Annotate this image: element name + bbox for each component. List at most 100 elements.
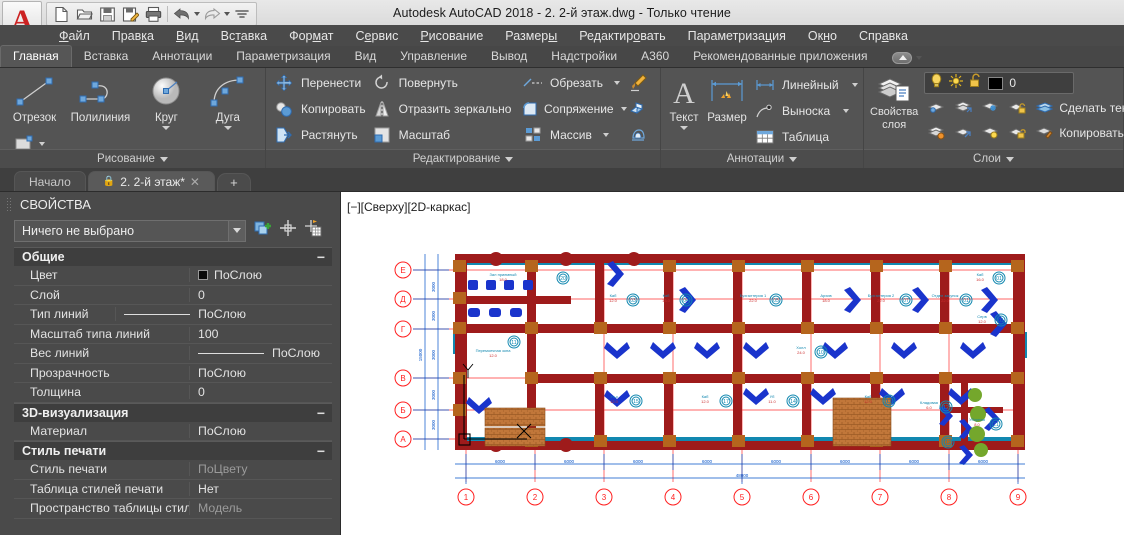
array-tool[interactable]: Массив [521, 123, 622, 147]
fillet-tool[interactable]: Сопряжение [521, 97, 627, 121]
property-value[interactable]: ПоСлою [190, 424, 332, 438]
menu-item-draw[interactable]: Рисование [409, 27, 494, 45]
property-value[interactable]: Нет [190, 482, 332, 496]
layer-properties-tool[interactable]: Свойства слоя [870, 71, 918, 131]
menu-item-file[interactable]: Файл [48, 27, 101, 45]
table-tool[interactable]: Таблица [753, 125, 858, 149]
circle-tool[interactable]: Круг [138, 71, 195, 130]
property-value[interactable]: ПоСлою [190, 346, 332, 360]
ribbon-tab-view[interactable]: Вид [343, 46, 389, 67]
layer-match-icon[interactable] [1032, 122, 1056, 144]
collapse-icon[interactable]: − [317, 406, 325, 420]
scale-tool[interactable]: Масштаб [370, 123, 517, 147]
property-group-general[interactable]: Общие − [14, 247, 332, 266]
trim-dropdown-icon[interactable] [613, 81, 620, 85]
property-row-thickness[interactable]: Толщина 0 [14, 383, 332, 403]
menu-item-view[interactable]: Вид [165, 27, 210, 45]
match-properties-tool[interactable] [626, 71, 650, 95]
file-tab-drawing[interactable]: 🔒 2. 2-й этаж* ✕ [87, 171, 215, 191]
ribbon-tab-addins[interactable]: Надстройки [539, 46, 629, 67]
ribbon-tab-featured-apps[interactable]: Рекомендованные приложения [681, 46, 879, 67]
menu-item-format[interactable]: Формат [278, 27, 344, 45]
arc-tool[interactable]: Дуга [199, 71, 256, 130]
layer-thaw-all-icon[interactable] [978, 122, 1002, 144]
property-row-linetype[interactable]: Тип линий ПоСлою [14, 305, 332, 325]
property-row-plot-table-space[interactable]: Пространство таблицы стил... Модель [14, 499, 332, 519]
ribbon-tab-insert[interactable]: Вставка [72, 46, 141, 67]
collapse-icon[interactable]: − [317, 444, 325, 458]
property-row-layer[interactable]: Слой 0 [14, 286, 332, 305]
arc-dropdown-icon[interactable] [223, 126, 232, 130]
erase-tool[interactable] [626, 123, 650, 147]
layer-color-swatch[interactable] [988, 76, 1004, 90]
property-value[interactable]: 100 [190, 327, 332, 341]
new-tab-button[interactable]: + [216, 173, 251, 191]
layer-lock-icon[interactable] [1005, 97, 1029, 119]
property-group-plot-style[interactable]: Стиль печати − [14, 441, 332, 460]
property-row-plot-style[interactable]: Стиль печати ПоЦвету [14, 460, 332, 480]
layer-unlock-icon[interactable] [1005, 122, 1029, 144]
menu-item-help[interactable]: Справка [848, 27, 919, 45]
leader-dropdown-icon[interactable] [843, 109, 850, 113]
menu-item-window[interactable]: Окно [797, 27, 848, 45]
annotation-panel-title[interactable]: Аннотации [661, 149, 863, 168]
rotate-tool[interactable]: Повернуть [370, 71, 517, 95]
modify-panel-title[interactable]: Редактирование [266, 149, 660, 168]
line-tool[interactable]: Отрезок [6, 71, 63, 124]
rectangle-dropdown-icon[interactable] [39, 142, 45, 146]
text-tool[interactable]: A Текст [667, 71, 701, 130]
collapse-icon[interactable]: − [317, 250, 325, 264]
ribbon-tab-annotate[interactable]: Аннотации [140, 46, 224, 67]
linear-dimension-dropdown-icon[interactable] [851, 83, 858, 87]
layer-off-icon[interactable] [924, 122, 948, 144]
property-value[interactable]: 0 [190, 385, 332, 399]
quick-select-icon[interactable] [254, 219, 272, 242]
ribbon-tab-parametric[interactable]: Параметризация [224, 46, 342, 67]
property-value[interactable]: 0 [190, 288, 332, 302]
property-group-3d[interactable]: 3D-визуализация − [14, 402, 332, 422]
close-icon[interactable]: ✕ [190, 175, 200, 189]
menu-item-parametric[interactable]: Параметризация [677, 27, 797, 45]
menu-item-dimension[interactable]: Размеры [494, 27, 568, 45]
quick-calc-icon[interactable] [304, 219, 322, 242]
polyline-tool[interactable]: Полилиния [67, 71, 133, 124]
circle-dropdown-icon[interactable] [162, 126, 171, 130]
array-dropdown-icon[interactable] [602, 133, 609, 137]
menu-item-tools[interactable]: Сервис [345, 27, 410, 45]
layer-turn-on-icon[interactable] [951, 122, 975, 144]
property-row-transparency[interactable]: Прозрачность ПоСлою [14, 364, 332, 383]
ribbon-tab-manage[interactable]: Управление [388, 46, 479, 67]
move-tool[interactable]: Перенести [272, 71, 366, 95]
selection-combo-arrow[interactable] [228, 220, 245, 241]
property-value[interactable]: ПоСлою [116, 307, 332, 321]
mirror-tool[interactable]: Отразить зеркально [370, 97, 517, 121]
layer-thaw-icon[interactable] [949, 73, 964, 93]
copy-tool[interactable]: Копировать [272, 97, 366, 121]
leader-tool[interactable]: Выноска [753, 99, 858, 123]
ribbon-tab-home[interactable]: Главная [0, 45, 72, 67]
draw-panel-title[interactable]: Рисование [0, 149, 265, 168]
layer-freeze-icon[interactable] [951, 97, 975, 119]
select-objects-icon[interactable] [279, 219, 297, 242]
menu-item-modify[interactable]: Редактировать [568, 27, 676, 45]
layer-on-icon[interactable] [930, 73, 943, 93]
layer-unlocked-icon[interactable] [969, 73, 982, 93]
stretch-tool[interactable]: Растянуть [272, 123, 366, 147]
file-tab-start[interactable]: Начало [14, 171, 86, 191]
explode-tool[interactable] [626, 97, 650, 121]
ribbon-tab-output[interactable]: Вывод [479, 46, 539, 67]
property-row-color[interactable]: Цвет ПоСлою [14, 266, 332, 286]
layer-freeze-snowflake-icon[interactable] [978, 97, 1002, 119]
floor-plan-drawing[interactable]: 2011 03 04 05 07 0101 0110 15 17 14 11 1212 … [341, 192, 1124, 535]
property-row-material[interactable]: Материал ПоСлою [14, 422, 332, 441]
menu-item-insert[interactable]: Вставка [210, 27, 278, 45]
property-value[interactable]: ПоСлою [190, 366, 332, 380]
ribbon-tab-a360[interactable]: A360 [629, 46, 681, 67]
menu-item-edit[interactable]: Правка [101, 27, 165, 45]
ribbon-minimize-icon[interactable] [891, 52, 912, 64]
property-row-lineweight[interactable]: Вес линий ПоСлою [14, 344, 332, 364]
palette-grip[interactable] [6, 197, 12, 211]
layer-make-current-icon[interactable] [1032, 97, 1056, 119]
linear-dimension-tool[interactable]: Линейный [753, 73, 858, 97]
selection-combo[interactable]: Ничего не выбрано [14, 219, 246, 242]
